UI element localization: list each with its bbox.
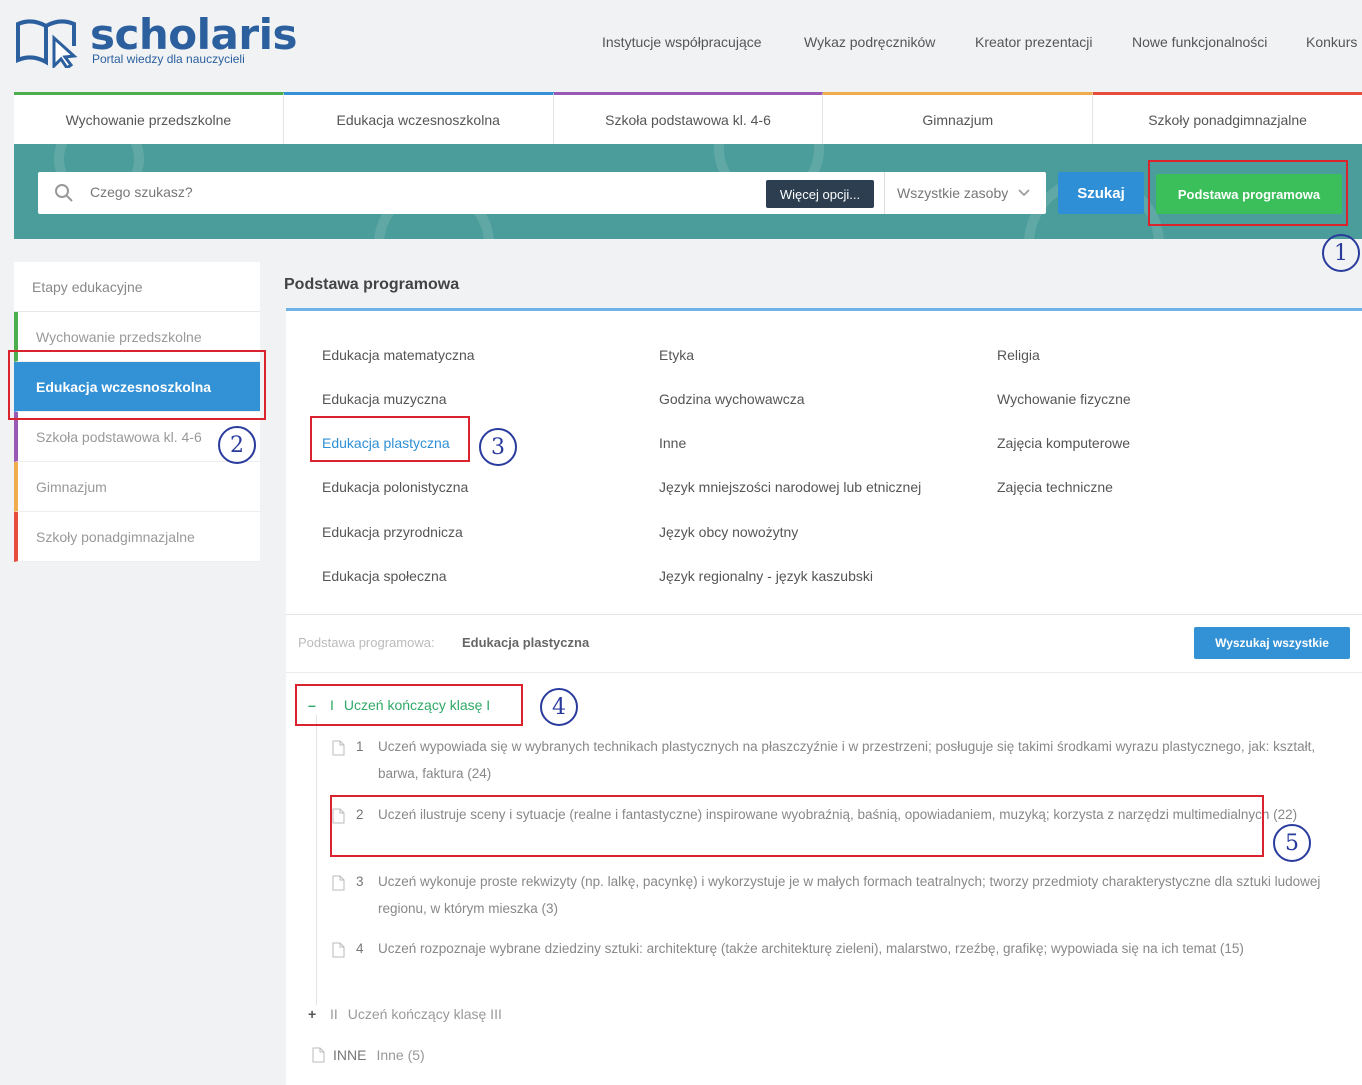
curriculum-breadcrumb-bar: Podstawa programowa: Edukacja plastyczna…: [286, 614, 1362, 672]
top-nav-contest[interactable]: Konkurs: [1306, 34, 1357, 50]
document-icon: [332, 942, 345, 958]
subject-nature[interactable]: Edukacja przyrodnicza: [322, 524, 463, 540]
resource-type-value: Wszystkie zasoby: [897, 185, 1009, 201]
brand-tagline: Portal wiedzy dla nauczycieli: [92, 52, 245, 66]
subject-ethics[interactable]: Etyka: [659, 347, 694, 363]
search-button[interactable]: Szukaj: [1058, 172, 1144, 214]
node-code: INNE: [333, 1047, 367, 1063]
annotation-number-1: 1: [1322, 234, 1360, 272]
tab-preschool[interactable]: Wychowanie przedszkolne: [14, 92, 284, 144]
top-nav-partners[interactable]: Instytucje współpracujące: [602, 34, 762, 50]
highlight-box-4: [295, 684, 523, 726]
subject-math[interactable]: Edukacja matematyczna: [322, 347, 475, 363]
tab-gymnasium[interactable]: Gimnazjum: [823, 92, 1094, 144]
curriculum-tree: – I Uczeń kończący klasę I 1 Uczeń wypowia…: [286, 672, 1362, 1085]
expand-toggle[interactable]: +: [308, 1006, 330, 1022]
node-label: Inne (5): [376, 1047, 425, 1063]
annotation-number-4: 4: [540, 688, 578, 726]
leaf-number: 4: [356, 941, 364, 956]
document-icon: [312, 1047, 325, 1063]
tab-secondary[interactable]: Szkoły ponadgimnazjalne: [1093, 92, 1362, 144]
tree-leaf-4[interactable]: 4 Uczeń rozpoznaje wybrane dziedziny szt…: [332, 935, 1342, 962]
highlight-box-2: [8, 350, 266, 420]
tree-node-other[interactable]: INNE Inne (5): [312, 1047, 425, 1063]
resource-type-select[interactable]: Wszystkie zasoby: [884, 172, 1046, 214]
tab-early-school[interactable]: Edukacja wczesnoszkolna: [283, 92, 554, 144]
leaf-number: 3: [356, 874, 364, 889]
subject-regional-language[interactable]: Język regionalny - język kaszubski: [659, 568, 873, 584]
search-placeholder: Czego szukasz?: [90, 184, 193, 200]
leaf-text: Uczeń wypowiada się w wybranych technika…: [378, 739, 1316, 781]
search-icon: [55, 184, 73, 202]
sidebar-item-gymnasium[interactable]: Gimnazjum: [14, 462, 260, 512]
tree-guide-line: [316, 715, 317, 1005]
search-all-button[interactable]: Wyszukaj wszystkie: [1194, 627, 1350, 659]
subject-minority-language[interactable]: Język mniejszości narodowej lub etniczne…: [659, 479, 921, 495]
annotation-number-2: 2: [218, 426, 256, 464]
breadcrumb-label: Podstawa programowa:: [298, 635, 435, 650]
node-roman: II: [330, 1006, 338, 1022]
highlight-box-1: [1148, 160, 1348, 226]
subject-social[interactable]: Edukacja społeczna: [322, 568, 447, 584]
sidebar-header: Etapy edukacyjne: [14, 262, 260, 312]
highlight-box-3: [310, 416, 470, 462]
top-nav-presentation-creator[interactable]: Kreator prezentacji: [975, 34, 1093, 50]
leaf-number: 1: [356, 739, 364, 754]
annotation-number-3: 3: [479, 428, 517, 466]
tab-primary-4-6[interactable]: Szkoła podstawowa kl. 4-6: [553, 92, 824, 144]
education-level-tabs: Wychowanie przedszkolne Edukacja wczesno…: [14, 92, 1362, 144]
node-label: Uczeń kończący klasę III: [347, 1006, 502, 1022]
page-title: Podstawa programowa: [284, 276, 460, 293]
leaf-text: Uczeń wykonuje proste rekwizyty (np. lal…: [378, 874, 1321, 916]
top-nav-textbooks[interactable]: Wykaz podręczników: [804, 34, 935, 50]
more-options-button[interactable]: Więcej opcji...: [766, 180, 874, 208]
breadcrumb-value: Edukacja plastyczna: [462, 635, 590, 650]
subject-technical[interactable]: Zajęcia techniczne: [997, 479, 1113, 495]
highlight-box-5: [330, 795, 1264, 857]
subject-foreign-language[interactable]: Język obcy nowożytny: [659, 524, 798, 540]
document-icon: [332, 740, 345, 756]
subject-religion[interactable]: Religia: [997, 347, 1040, 363]
subject-pe[interactable]: Wychowanie fizyczne: [997, 391, 1131, 407]
search-input[interactable]: Czego szukasz? Więcej opcji... Wszystkie…: [38, 172, 1046, 214]
tree-leaf-1[interactable]: 1 Uczeń wypowiada się w wybranych techni…: [332, 733, 1342, 787]
document-icon: [332, 875, 345, 891]
scholaris-logo[interactable]: scholaris Portal wiedzy dla nauczycieli: [14, 10, 298, 70]
subject-computers[interactable]: Zajęcia komputerowe: [997, 435, 1130, 451]
subject-homeroom[interactable]: Godzina wychowawcza: [659, 391, 805, 407]
annotation-number-5: 5: [1273, 824, 1311, 862]
book-cursor-icon: [16, 19, 78, 68]
tree-node-class-3[interactable]: + II Uczeń kończący klasę III: [308, 1006, 502, 1022]
subject-other[interactable]: Inne: [659, 435, 686, 451]
subject-polish[interactable]: Edukacja polonistyczna: [322, 479, 468, 495]
subject-music[interactable]: Edukacja muzyczna: [322, 391, 447, 407]
sidebar-item-secondary[interactable]: Szkoły ponadgimnazjalne: [14, 512, 260, 562]
leaf-text: Uczeń rozpoznaje wybrane dziedziny sztuk…: [378, 941, 1244, 956]
top-nav-new-features[interactable]: Nowe funkcjonalności: [1132, 34, 1267, 50]
tree-leaf-3[interactable]: 3 Uczeń wykonuje proste rekwizyty (np. l…: [332, 868, 1342, 922]
chevron-down-icon: [1018, 189, 1030, 197]
